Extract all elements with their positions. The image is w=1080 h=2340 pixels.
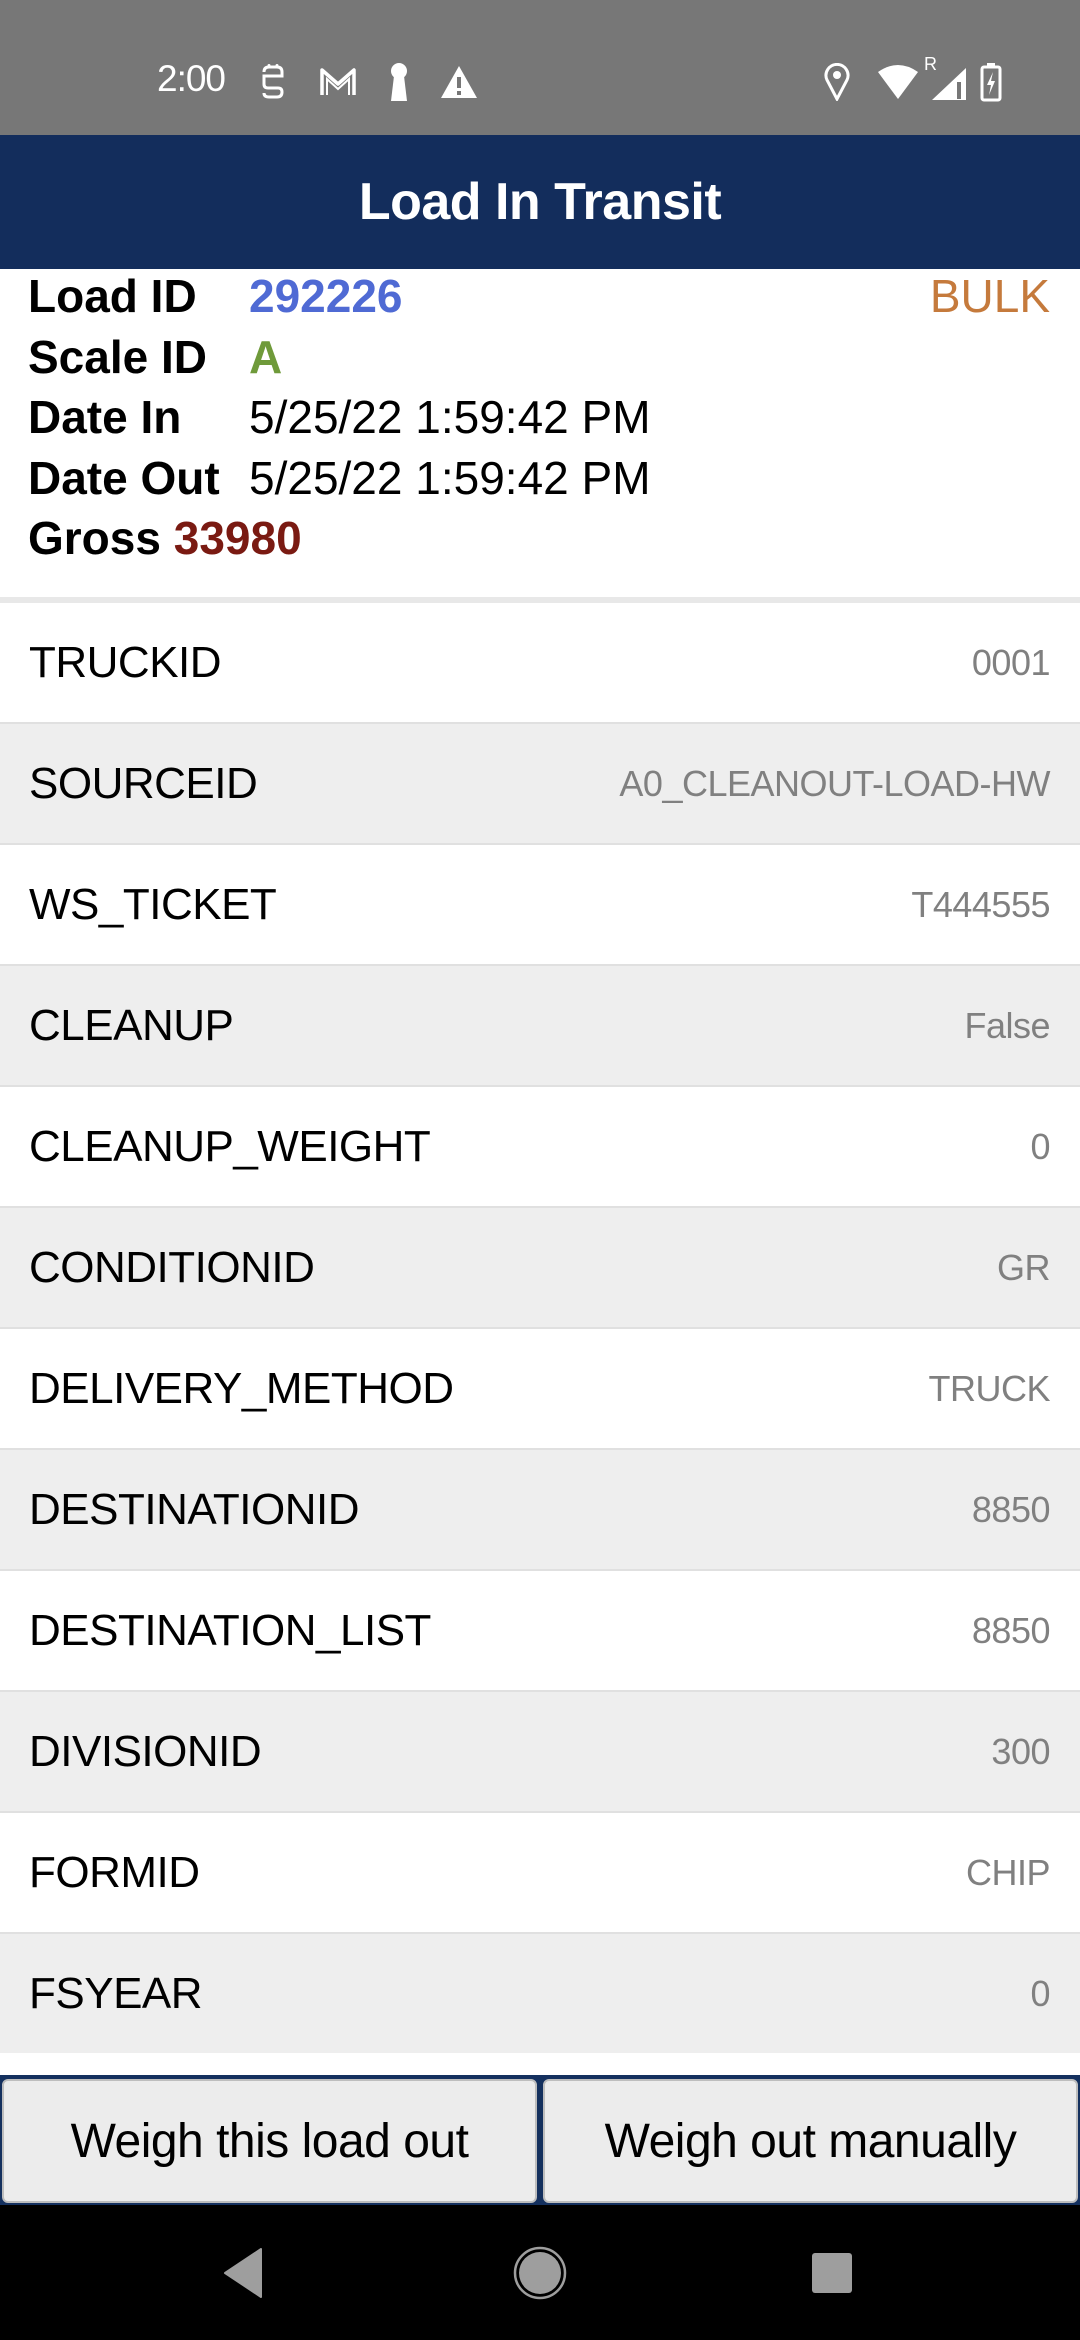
field-value: GR [997, 1246, 1051, 1288]
status-bar: 2:00 R [0, 0, 1080, 135]
field-row[interactable]: SOURCEID A0_CLEANOUT-LOAD-HW [0, 724, 1080, 845]
field-value: 8850 [971, 1609, 1051, 1651]
field-key: DESTINATION_LIST [29, 1605, 431, 1655]
field-value: 0 [1030, 1972, 1050, 2014]
field-key: FORMID [29, 1847, 200, 1897]
sim-toolkit-icon [258, 62, 288, 102]
field-value: T444555 [911, 883, 1050, 925]
field-row[interactable]: WS_TICKET T444555 [0, 845, 1080, 966]
date-out-value: 5/25/22 1:59:42 PM [249, 452, 651, 504]
field-value: 0001 [971, 641, 1051, 683]
date-in-row: Date In 5/25/22 1:59:42 PM [28, 390, 651, 444]
app-header: Load In Transit [0, 135, 1080, 269]
recents-icon[interactable] [792, 2233, 872, 2313]
field-list[interactable]: TRUCKID 0001 SOURCEID A0_CLEANOUT-LOAD-HW WS… [0, 603, 1080, 2055]
gross-row: Gross 33980 [28, 511, 302, 565]
system-nav-bar [0, 2205, 1080, 2340]
field-row[interactable]: DIVISIONID 300 [0, 1692, 1080, 1813]
load-type-badge: BULK [929, 270, 1050, 322]
field-value: CHIP [965, 1851, 1051, 1893]
page-title: Load In Transit [358, 173, 722, 231]
field-key: CLEANUP [29, 1000, 234, 1050]
field-value: TRUCK [928, 1367, 1051, 1409]
weigh-out-manually-button[interactable]: Weigh out manually [543, 2079, 1078, 2203]
field-row[interactable]: TRUCKID 0001 [0, 603, 1080, 724]
action-bar: Weigh this load out Weigh out manually [0, 2053, 1080, 2205]
field-key: TRUCKID [29, 637, 222, 687]
field-value: A0_CLEANOUT-LOAD-HW [619, 762, 1050, 804]
field-key: WS_TICKET [29, 879, 277, 929]
field-row[interactable]: CLEANUP_WEIGHT 0 [0, 1087, 1080, 1208]
field-key: DESTINATIONID [29, 1484, 360, 1534]
home-icon[interactable] [500, 2233, 580, 2313]
keyhole-icon [384, 62, 414, 102]
field-value: 0 [1030, 1125, 1050, 1167]
date-out-label: Date Out [28, 452, 220, 504]
date-out-row: Date Out 5/25/22 1:59:42 PM [28, 451, 651, 505]
load-id-value: 292226 [249, 270, 403, 322]
scale-id-value: A [249, 331, 283, 383]
gross-label: Gross [28, 512, 161, 564]
field-key: DELIVERY_METHOD [29, 1363, 454, 1413]
date-in-label: Date In [28, 391, 182, 443]
field-row[interactable]: DESTINATION_LIST 8850 [0, 1571, 1080, 1692]
field-row[interactable]: FSYEAR 0 [0, 1934, 1080, 2055]
status-time: 2:00 [157, 58, 226, 99]
back-icon[interactable] [203, 2233, 283, 2313]
location-icon [822, 62, 852, 102]
field-value: 300 [991, 1730, 1050, 1772]
field-row[interactable]: DESTINATIONID 8850 [0, 1450, 1080, 1571]
gross-value: 33980 [173, 512, 302, 564]
weigh-load-out-button[interactable]: Weigh this load out [2, 2079, 537, 2203]
load-id-row: Load ID 292226 [28, 269, 403, 323]
field-row[interactable]: CLEANUP False [0, 966, 1080, 1087]
date-in-value: 5/25/22 1:59:42 PM [249, 391, 651, 443]
wifi-icon [876, 62, 920, 102]
scale-id-label: Scale ID [28, 331, 207, 383]
battery-charging-icon [978, 62, 1004, 102]
field-key: FSYEAR [29, 1968, 203, 2018]
signal-roaming-icon: R [922, 54, 968, 102]
load-info-panel: Load ID 292226 BULK Scale ID A Date In 5/25… [0, 269, 1080, 599]
field-row[interactable]: DELIVERY_METHOD TRUCK [0, 1329, 1080, 1450]
field-value: False [964, 1004, 1050, 1046]
field-value: 8850 [971, 1488, 1051, 1530]
field-row[interactable]: CONDITIONID GR [0, 1208, 1080, 1329]
scale-id-row: Scale ID A [28, 330, 282, 384]
field-key: CONDITIONID [29, 1242, 315, 1292]
gmail-icon [318, 62, 358, 102]
field-row[interactable]: FORMID CHIP [0, 1813, 1080, 1934]
field-key: CLEANUP_WEIGHT [29, 1121, 431, 1171]
field-key: DIVISIONID [29, 1726, 262, 1776]
warning-icon [438, 62, 480, 102]
load-id-label: Load ID [28, 270, 197, 322]
field-key: SOURCEID [29, 758, 258, 808]
